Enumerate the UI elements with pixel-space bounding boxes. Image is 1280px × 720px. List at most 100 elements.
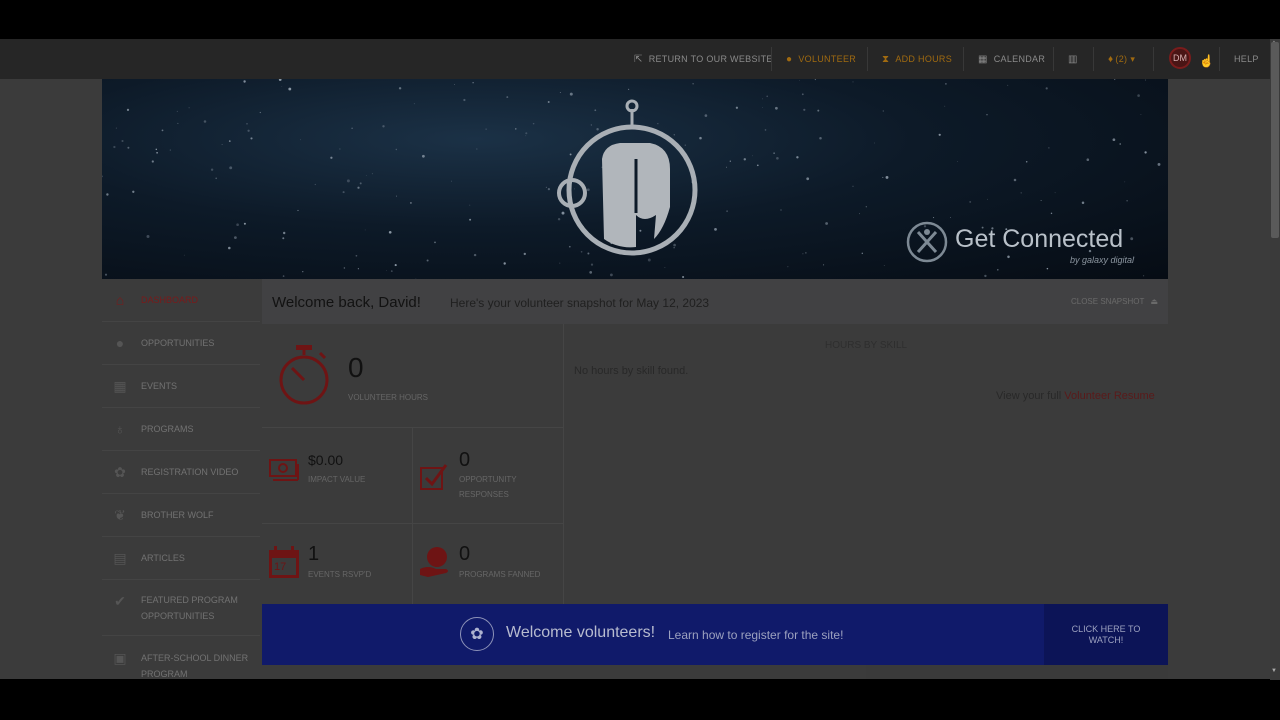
star — [545, 186, 547, 188]
star — [780, 209, 782, 211]
star — [969, 200, 972, 203]
add-hours-link[interactable]: ⧗ ADD HOURS — [882, 39, 952, 79]
articles-icon: ▤ — [113, 549, 127, 566]
star — [390, 270, 393, 272]
star — [121, 139, 124, 143]
star — [314, 183, 316, 186]
star — [799, 80, 800, 81]
brand-name: Get Connected — [955, 225, 1124, 253]
star — [945, 83, 947, 85]
star — [764, 129, 767, 131]
star — [861, 252, 864, 255]
page-body: Get Connected by galaxy digital ⌂ DASHBO… — [0, 79, 1270, 679]
checkbox-icon — [420, 464, 448, 490]
star — [243, 80, 246, 83]
star — [339, 148, 341, 150]
sidebar-item-registration-video[interactable]: ✿ REGISTRATION VIDEO — [102, 451, 260, 494]
star — [805, 252, 807, 254]
star — [729, 160, 731, 162]
star — [882, 110, 884, 112]
star — [547, 187, 551, 191]
gear-flower-icon: ✿ — [460, 617, 494, 651]
star — [773, 152, 775, 154]
scrollbar-thumb[interactable] — [1271, 42, 1279, 238]
check-circle-icon: ● — [115, 335, 125, 351]
hourglass-icon: ⧗ — [882, 53, 890, 65]
sidebar: ⌂ DASHBOARD ● OPPORTUNITIES ▦ EVENTS ♁ P… — [102, 279, 260, 679]
volunteer-resume-link[interactable]: Volunteer Resume — [1064, 390, 1155, 402]
nav-separator — [963, 47, 964, 71]
star — [950, 217, 951, 218]
star — [169, 149, 171, 151]
star — [451, 180, 452, 182]
volunteer-link[interactable]: ● VOLUNTEER — [786, 39, 856, 79]
opportunity-responses-label: OPPORTUNITY RESPONSES — [459, 475, 517, 499]
star — [802, 253, 804, 255]
sidebar-item-programs[interactable]: ♁ PROGRAMS — [102, 408, 260, 451]
sidebar-item-after-school-dinner-program[interactable]: ▣ AFTER-SCHOOL DINNER PROGRAM — [102, 636, 260, 680]
star — [1050, 212, 1053, 215]
scroll-down-arrow-icon[interactable]: ▼ — [1271, 668, 1277, 674]
hand-globe-icon: ♁ — [114, 421, 126, 437]
star — [515, 128, 517, 130]
star — [413, 103, 415, 105]
star — [532, 122, 535, 125]
volunteer-hours-value: 0 — [348, 352, 364, 383]
watch-video-button[interactable]: CLICK HERE TO WATCH! — [1044, 604, 1168, 665]
star — [278, 79, 282, 81]
sidebar-item-opportunities[interactable]: ● OPPORTUNITIES — [102, 322, 260, 365]
calendar-link[interactable]: ▦ CALENDAR — [978, 39, 1045, 79]
star — [281, 86, 283, 87]
star — [1157, 162, 1161, 166]
star — [357, 268, 359, 270]
sidebar-item-brother-wolf[interactable]: ❦ BROTHER WOLF — [102, 494, 260, 537]
star — [1020, 192, 1022, 194]
notifications-dropdown[interactable]: ♦ (2) ▾ — [1108, 39, 1135, 79]
star — [806, 177, 810, 181]
star — [1114, 79, 1116, 81]
star — [115, 127, 117, 129]
star — [288, 87, 292, 91]
return-to-website-link[interactable]: ⇱ RETURN TO OUR WEBSITE — [634, 39, 773, 79]
sidebar-item-events[interactable]: ▦ EVENTS — [102, 365, 260, 408]
no-hours-message: No hours by skill found. — [574, 365, 689, 377]
sidebar-item-featured-program-opportunities[interactable]: ✔ FEATURED PROGRAM OPPORTUNITIES — [102, 580, 260, 636]
star — [944, 105, 946, 107]
nav-separator — [1153, 47, 1154, 71]
star — [1054, 192, 1056, 194]
star — [987, 198, 988, 200]
programs-fanned-value: 0 — [459, 543, 471, 565]
star — [426, 259, 429, 262]
impact-value-label: IMPACT VALUE — [308, 475, 366, 484]
star — [825, 222, 828, 225]
star — [1081, 201, 1085, 205]
star — [343, 267, 346, 269]
star — [357, 186, 360, 189]
sidebar-item-articles[interactable]: ▤ ARTICLES — [102, 537, 260, 580]
close-snapshot-button[interactable]: CLOSE SNAPSHOT ⏏ — [1071, 297, 1158, 306]
star — [589, 271, 593, 274]
help-link[interactable]: HELP — [1234, 39, 1259, 79]
star — [246, 122, 248, 125]
star — [351, 127, 353, 130]
star — [796, 156, 799, 159]
user-avatar[interactable]: DM — [1169, 47, 1191, 69]
star — [756, 164, 759, 167]
bus-icon: ▣ — [113, 649, 127, 666]
star — [342, 191, 345, 194]
star — [102, 175, 103, 178]
star — [1145, 79, 1147, 81]
star — [787, 266, 789, 268]
sidebar-item-dashboard[interactable]: ⌂ DASHBOARD — [102, 279, 260, 322]
star — [234, 236, 237, 239]
star — [957, 161, 958, 162]
reports-link[interactable]: ▥ — [1068, 39, 1084, 79]
star — [113, 145, 116, 149]
star — [933, 217, 935, 219]
star — [282, 275, 285, 277]
star — [215, 177, 217, 180]
star — [151, 160, 154, 163]
star — [726, 210, 728, 213]
star — [434, 241, 436, 244]
star — [882, 176, 884, 178]
